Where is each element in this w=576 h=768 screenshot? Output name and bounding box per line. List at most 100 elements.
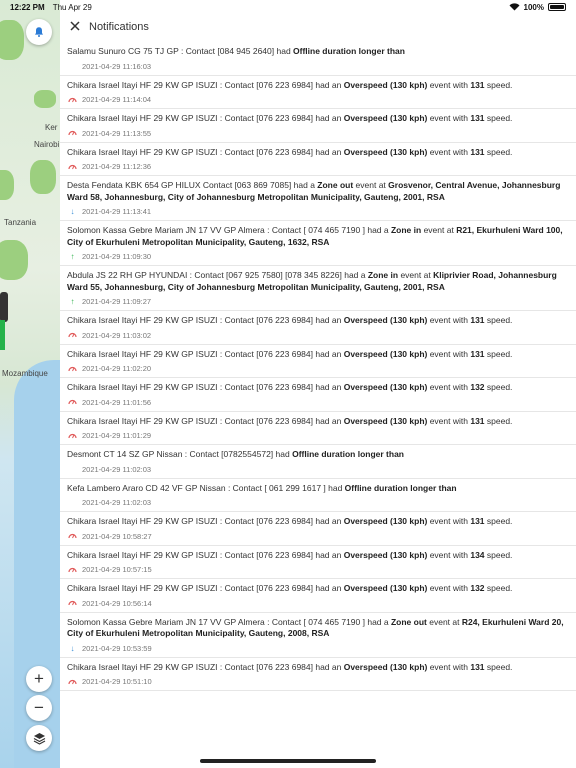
message-text: Chikara Israel Itayi HF 29 KW GP ISUZI :… (67, 583, 313, 593)
speedometer-icon (67, 162, 78, 172)
notification-message: Chikara Israel Itayi HF 29 KW GP ISUZI :… (67, 349, 566, 361)
vehicle-marker[interactable] (0, 292, 8, 322)
speedometer-icon (67, 128, 78, 138)
notification-meta: 2021-04-29 11:14:04 (67, 94, 566, 105)
plus-icon: + (34, 669, 44, 688)
message-text: speed. (484, 146, 513, 157)
message-text: Chikara Israel Itayi HF 29 KW GP ISUZI :… (67, 382, 313, 392)
wifi-icon (509, 3, 520, 11)
speedometer-icon (67, 531, 78, 541)
notification-message: Solomon Kassa Gebre Mariam JN 17 VV GP A… (67, 617, 566, 640)
message-highlight: Offline duration longer than (293, 46, 405, 56)
message-highlight: Overspeed (130 kph) (343, 79, 428, 90)
notification-message: Abdula JS 22 RH GP HYUNDAI : Contact [06… (67, 270, 566, 293)
notification-timestamp: 2021-04-29 10:58:27 (82, 531, 152, 541)
message-text: event at (421, 225, 457, 235)
message-text: had an (312, 146, 344, 157)
message-text: Abdula JS 22 RH GP HYUNDAI : Contact [06… (67, 270, 342, 280)
notification-message: Chikara Israel Itayi HF 29 KW GP ISUZI :… (67, 516, 566, 528)
page-title: Notifications (89, 21, 149, 33)
message-text: Solomon Kassa Gebre Mariam JN 17 VV GP A… (67, 616, 365, 627)
notification-item[interactable]: Abdula JS 22 RH GP HYUNDAI : Contact [06… (60, 266, 576, 311)
arrow-up-icon: ↑ (70, 297, 75, 306)
zoom-in-button[interactable]: + (26, 666, 52, 692)
speedometer-icon (67, 364, 78, 374)
message-highlight: 131 (470, 516, 485, 526)
message-text: had (325, 482, 345, 493)
notification-meta: 2021-04-29 11:01:56 (67, 397, 566, 408)
message-highlight: 131 (470, 348, 485, 359)
notification-message: Chikara Israel Itayi HF 29 KW GP ISUZI :… (67, 382, 566, 394)
notification-timestamp: 2021-04-29 11:02:20 (82, 364, 152, 373)
message-text: speed. (484, 348, 513, 359)
map-layers-button[interactable] (26, 725, 52, 751)
route-line (0, 320, 5, 350)
notification-item[interactable]: Salamu Sunuro CG 75 TJ GP : Contact [084… (60, 42, 576, 76)
notification-meta: 2021-04-29 11:02:20 (67, 363, 566, 374)
close-button[interactable] (67, 18, 83, 36)
notification-item[interactable]: Desmont CT 14 SZ GP Nissan : Contact [07… (60, 445, 576, 479)
message-highlight: Overspeed (130 kph) (343, 146, 428, 157)
notification-item[interactable]: Chikara Israel Itayi HF 29 KW GP ISUZI :… (60, 546, 576, 579)
notification-timestamp: 2021-04-29 10:57:15 (82, 565, 152, 574)
notification-timestamp: 2021-04-29 10:53:59 (82, 643, 152, 653)
message-text: had an (312, 516, 344, 526)
notification-message: Chikara Israel Itayi HF 29 KW GP ISUZI :… (67, 147, 566, 159)
notification-message: Kefa Lambero Araro CD 42 VF GP Nissan : … (67, 483, 566, 495)
notification-message: Chikara Israel Itayi HF 29 KW GP ISUZI :… (67, 113, 566, 125)
notification-item[interactable]: Chikara Israel Itayi HF 29 KW GP ISUZI :… (60, 109, 576, 143)
message-text: event with (427, 113, 471, 123)
notification-item[interactable]: Chikara Israel Itayi HF 29 KW GP ISUZI :… (60, 311, 576, 345)
notification-message: Desta Fendata KBK 654 GP HILUX Contact [… (67, 180, 566, 203)
message-text: Chikara Israel Itayi HF 29 KW GP ISUZI :… (67, 146, 313, 157)
speedometer-icon (67, 598, 78, 608)
notification-item[interactable]: Chikara Israel Itayi HF 29 KW GP ISUZI :… (60, 378, 576, 412)
notification-list[interactable]: Salamu Sunuro CG 75 TJ GP : Contact [084… (60, 42, 576, 691)
message-text: speed. (484, 315, 513, 325)
zoom-out-button[interactable]: − (26, 695, 52, 721)
message-text: Salamu Sunuro CG 75 TJ GP : Contact [084… (67, 46, 275, 56)
notification-meta: ↓ 2021-04-29 10:53:59 (67, 643, 566, 654)
notifications-bell-button[interactable] (26, 19, 52, 45)
notification-item[interactable]: Solomon Kassa Gebre Mariam JN 17 VV GP A… (60, 613, 576, 658)
notification-item[interactable]: Chikara Israel Itayi HF 29 KW GP ISUZI :… (60, 579, 576, 613)
map-label: Ker (45, 123, 58, 132)
arrow-up-icon: ↑ (70, 252, 75, 261)
notification-item[interactable]: Chikara Israel Itayi HF 29 KW GP ISUZI :… (60, 412, 576, 445)
message-highlight: Overspeed (130 kph) (343, 382, 428, 392)
notification-item[interactable]: Kefa Lambero Araro CD 42 VF GP Nissan : … (60, 479, 576, 512)
message-text: had an (312, 113, 344, 123)
speedometer-icon (67, 95, 78, 105)
message-highlight: Overspeed (130 kph) (343, 415, 428, 426)
message-highlight: Zone out (390, 616, 427, 627)
notification-item[interactable]: Chikara Israel Itayi HF 29 KW GP ISUZI :… (60, 345, 576, 378)
notification-timestamp: 2021-04-29 11:12:36 (82, 162, 152, 171)
message-text: event with (427, 382, 471, 392)
map-label: Nairobi (34, 140, 60, 149)
notification-item[interactable]: Solomon Kassa Gebre Mariam JN 17 VV GP A… (60, 221, 576, 266)
message-text: speed. (484, 661, 513, 672)
message-text: had a (364, 616, 391, 627)
arrow-down-icon: ↓ (70, 207, 75, 216)
home-indicator[interactable] (200, 759, 376, 763)
map-view[interactable]: Ker Nairobi Tanzania Mozambique + − (0, 0, 60, 768)
message-text: speed. (484, 415, 513, 426)
notification-item[interactable]: Chikara Israel Itayi HF 29 KW GP ISUZI :… (60, 512, 576, 546)
message-highlight: 131 (470, 415, 485, 426)
message-text: speed. (484, 583, 513, 593)
message-text: Chikara Israel Itayi HF 29 KW GP ISUZI :… (67, 549, 313, 560)
message-text: speed. (484, 113, 513, 123)
notification-item[interactable]: Chikara Israel Itayi HF 29 KW GP ISUZI :… (60, 76, 576, 109)
message-text: had an (312, 661, 344, 672)
notification-item[interactable]: Chikara Israel Itayi HF 29 KW GP ISUZI :… (60, 658, 576, 691)
map-label: Mozambique (2, 369, 48, 378)
message-highlight: Zone in (390, 225, 422, 235)
message-text: had a (291, 180, 318, 190)
notification-message: Chikara Israel Itayi HF 29 KW GP ISUZI :… (67, 550, 566, 562)
notification-timestamp: 2021-04-29 10:51:10 (82, 677, 152, 686)
notification-timestamp: 2021-04-29 11:03:02 (82, 330, 152, 340)
notification-item[interactable]: Desta Fendata KBK 654 GP HILUX Contact [… (60, 176, 576, 221)
notification-item[interactable]: Chikara Israel Itayi HF 29 KW GP ISUZI :… (60, 143, 576, 176)
message-text: Chikara Israel Itayi HF 29 KW GP ISUZI :… (67, 348, 313, 359)
message-text: Kefa Lambero Araro CD 42 VF GP Nissan : … (67, 482, 326, 493)
